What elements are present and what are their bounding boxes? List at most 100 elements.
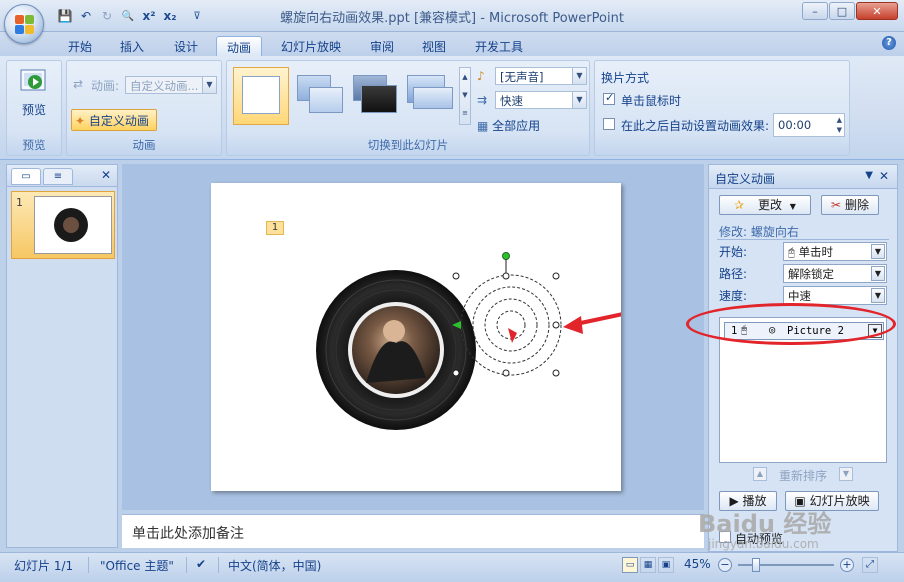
start-dropdown[interactable]: 🖰 单击时 ▼ <box>783 242 887 261</box>
divider <box>88 557 89 573</box>
slide-sorter-button[interactable]: ▦ <box>640 557 656 573</box>
fit-to-window-icon[interactable]: ⤢ <box>862 557 878 573</box>
start-label: 开始: <box>719 245 748 259</box>
chevron-down-icon: ▼ <box>871 244 885 259</box>
transition-group-label: 切换到此幻灯片 <box>367 138 449 152</box>
chevron-down-icon: ▼ <box>789 202 796 211</box>
chevron-down-icon: ▼ <box>572 92 586 108</box>
tab-home[interactable]: 开始 <box>60 36 100 56</box>
transition-sound-dropdown[interactable]: [无声音] ▼ <box>495 67 587 85</box>
auto-after-checkbox[interactable] <box>603 118 615 130</box>
transition-fade-black[interactable] <box>347 71 403 121</box>
pane-close-icon[interactable]: ✕ <box>879 169 889 183</box>
advance-header: 换片方式 <box>601 71 650 85</box>
slides-panel-tabs: ▭ ≡ ✕ <box>7 165 117 187</box>
change-effect-button[interactable]: ✰ 更改 ▼ <box>719 195 811 215</box>
chevron-down-icon: ▼ <box>572 68 586 84</box>
remove-icon: ✂ <box>831 198 842 212</box>
close-icon[interactable]: ✕ <box>101 168 111 182</box>
apply-all-button[interactable]: ▦ 全部应用 <box>477 117 540 134</box>
path-end-marker <box>508 328 517 343</box>
office-logo-icon <box>15 15 35 35</box>
transition-speed-dropdown[interactable]: 快速 ▼ <box>495 91 587 109</box>
tab-slideshow[interactable]: 幻灯片放映 <box>276 36 346 56</box>
slide-canvas[interactable]: 1 <box>211 183 621 491</box>
path-label: 路径: <box>719 267 748 281</box>
transition-fade-smoothly[interactable] <box>291 71 347 121</box>
remove-effect-button[interactable]: ✂ 删除 <box>821 195 879 215</box>
animate-dropdown[interactable]: 自定义动画... ▼ <box>125 76 217 94</box>
custom-animation-label: 自定义动画 <box>88 114 149 128</box>
transition-no-transition[interactable] <box>233 67 289 125</box>
reorder-down-icon[interactable]: ▼ <box>839 467 853 481</box>
thumbnail-record-image <box>54 208 88 242</box>
watermark: Baidu 经验 jingyan.baidu.com <box>698 504 831 551</box>
auto-after-time-value: 00:00 <box>778 118 812 132</box>
change-effect-label: 更改 <box>757 198 782 212</box>
slides-tab[interactable]: ▭ <box>11 168 41 185</box>
transition-cut[interactable] <box>403 71 459 121</box>
transition-group: ▲ ▼ ≡ ♪ [无声音] ▼ ⇉ 快速 ▼ ▦ 全部应用 切换到此幻灯片 <box>226 60 590 156</box>
spellcheck-icon[interactable]: ✔ <box>196 557 206 571</box>
tab-view[interactable]: 视图 <box>414 36 454 56</box>
preview-group: 预览 预览 <box>6 60 62 156</box>
spinner-arrows[interactable]: ▲ ▼ <box>837 115 842 135</box>
minimize-button[interactable]: – <box>802 2 828 20</box>
maximize-button[interactable]: □ <box>829 2 855 20</box>
tab-review[interactable]: 审阅 <box>362 36 402 56</box>
chevron-down-icon: ▼ <box>871 288 885 303</box>
divider <box>218 557 219 573</box>
zoom-slider[interactable] <box>738 558 834 572</box>
transition-sheet <box>413 87 453 109</box>
pane-options-icon[interactable]: ▼ <box>865 170 873 181</box>
chevron-down-icon: ▼ <box>871 266 885 281</box>
start-value: 单击时 <box>798 245 834 259</box>
star-icon: ✰ <box>734 198 745 212</box>
red-annotation-arrow <box>563 312 621 334</box>
transition-sound-value: [无声音] <box>500 70 544 84</box>
help-icon[interactable]: ? <box>882 36 896 50</box>
notes-placeholder: 单击此处添加备注 <box>132 526 244 542</box>
highlight-ellipse <box>686 303 896 345</box>
zoom-slider-thumb[interactable] <box>752 558 760 572</box>
window-title: 螺旋向右动画效果.ppt [兼容模式] - Microsoft PowerPoi… <box>280 11 624 26</box>
normal-view-button[interactable]: ▭ <box>622 557 638 573</box>
path-dropdown[interactable]: 解除锁定 ▼ <box>783 264 887 283</box>
speed-icon: ⇉ <box>477 93 488 107</box>
custom-animation-icon: ✦ <box>75 114 86 128</box>
tab-developer[interactable]: 开发工具 <box>468 36 530 56</box>
tab-animations[interactable]: 动画 <box>216 36 262 56</box>
vinyl-record-picture[interactable] <box>316 270 476 430</box>
preview-button-label: 预览 <box>21 103 46 117</box>
path-value: 解除锁定 <box>788 267 834 281</box>
sound-icon: ♪ <box>477 69 485 83</box>
transition-sheet <box>242 76 280 114</box>
animation-group: ⇄ 动画: 自定义动画... ▼ ✦ 自定义动画 动画 <box>66 60 222 156</box>
ribbon: 预览 预览 ⇄ 动画: 自定义动画... ▼ ✦ 自定义动画 动画 ▲ ▼ ≡ … <box>0 56 904 160</box>
custom-animation-title: 自定义动画 <box>715 172 776 186</box>
spiral-motion-path[interactable] <box>460 274 562 376</box>
auto-after-time-input[interactable]: 00:00 ▲ ▼ <box>773 113 845 137</box>
animate-dropdown-value: 自定义动画... <box>130 79 199 93</box>
language[interactable]: 中文(简体，中国) <box>228 557 321 574</box>
office-button[interactable] <box>4 4 44 44</box>
animate-label: 动画: <box>91 79 120 93</box>
mouse-icon: 🖰 <box>788 245 795 259</box>
preview-button[interactable]: 预览 <box>13 65 55 117</box>
reorder-up-icon[interactable]: ▲ <box>753 467 767 481</box>
transition-gallery-scroll[interactable]: ▲ ▼ ≡ <box>459 67 471 125</box>
slide-workspace: 1 <box>122 164 704 510</box>
tab-insert[interactable]: 插入 <box>112 36 152 56</box>
on-click-label: 单击鼠标时 <box>621 94 682 108</box>
zoom-out-icon[interactable]: − <box>718 558 732 572</box>
slide-thumbnail[interactable]: 1 <box>11 191 115 259</box>
outline-tab[interactable]: ≡ <box>43 168 73 185</box>
zoom-level[interactable]: 45% <box>684 557 711 571</box>
zoom-in-icon[interactable]: + <box>840 558 854 572</box>
reading-view-button[interactable]: ▣ <box>658 557 674 573</box>
close-button[interactable]: ✕ <box>856 2 898 20</box>
notes-pane[interactable]: 单击此处添加备注 <box>122 514 704 548</box>
tab-design[interactable]: 设计 <box>166 36 206 56</box>
custom-animation-button[interactable]: ✦ 自定义动画 <box>71 109 157 131</box>
on-click-checkbox[interactable]: ✓ <box>603 91 615 105</box>
